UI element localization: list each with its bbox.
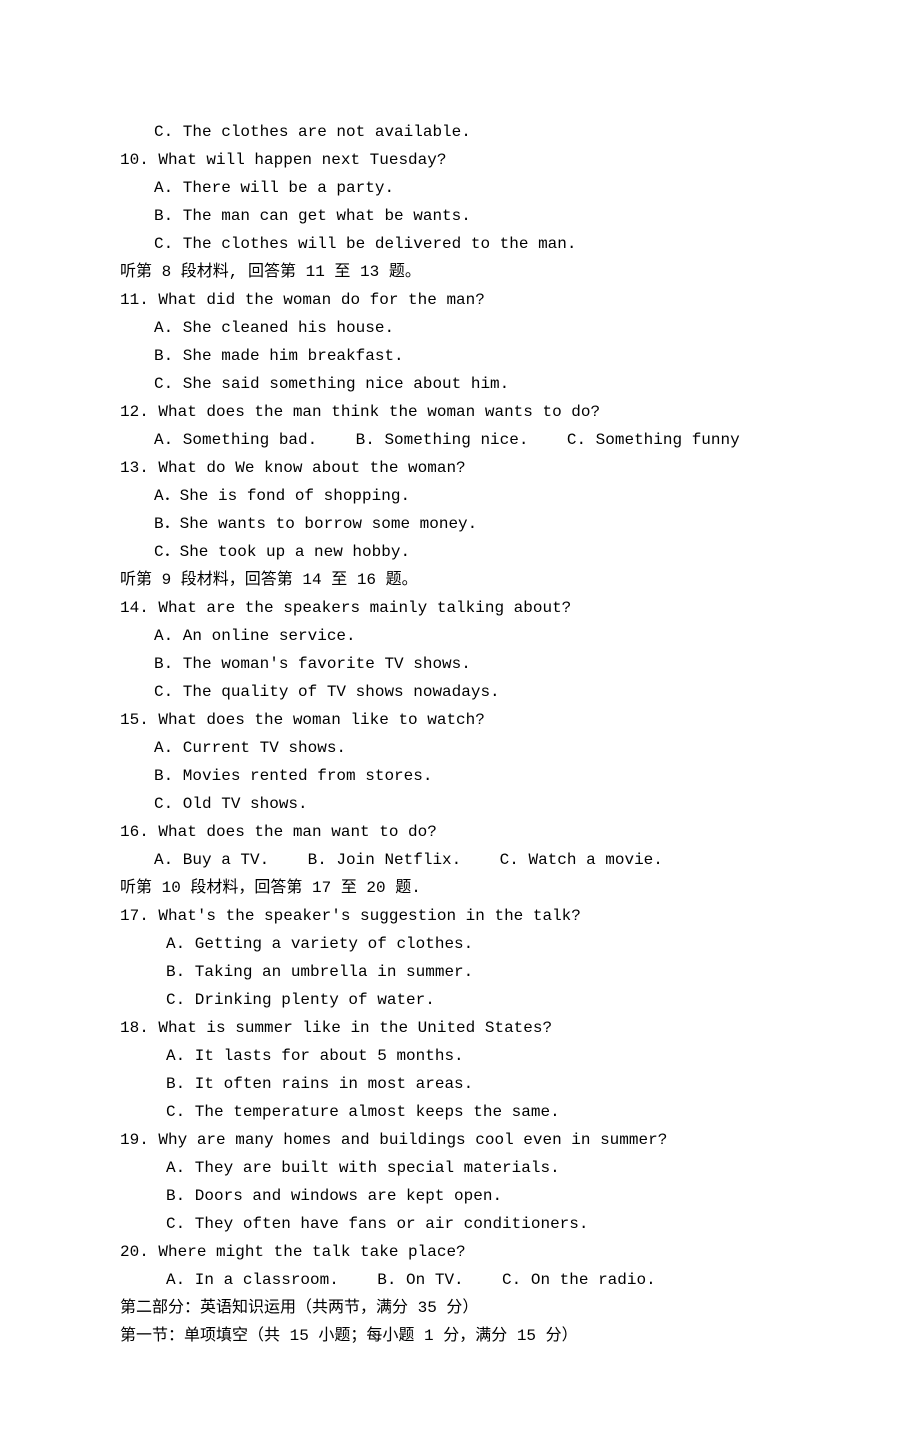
text-line: A．She is fond of shopping. — [120, 482, 800, 510]
text-line: 13. What do We know about the woman? — [120, 454, 800, 482]
text-line: A. It lasts for about 5 months. — [120, 1042, 800, 1070]
text-line: 15. What does the woman like to watch? — [120, 706, 800, 734]
text-line: 19. Why are many homes and buildings coo… — [120, 1126, 800, 1154]
text-line: C. Old TV shows. — [120, 790, 800, 818]
text-line: 第二部分：英语知识运用（共两节，满分 35 分） — [120, 1294, 800, 1322]
text-line: 听第 9 段材料，回答第 14 至 16 题。 — [120, 566, 800, 594]
text-line: B. Taking an umbrella in summer. — [120, 958, 800, 986]
text-line: 10. What will happen next Tuesday? — [120, 146, 800, 174]
text-line: 11. What did the woman do for the man? — [120, 286, 800, 314]
text-line: B．She wants to borrow some money. — [120, 510, 800, 538]
text-line: A. In a classroom. B. On TV. C. On the r… — [120, 1266, 800, 1294]
text-line: C. She said something nice about him. — [120, 370, 800, 398]
text-line: C. The clothes are not available. — [120, 118, 800, 146]
text-line: B. She made him breakfast. — [120, 342, 800, 370]
text-line: 20. Where might the talk take place? — [120, 1238, 800, 1266]
text-line: C. The clothes will be delivered to the … — [120, 230, 800, 258]
text-line: A. Current TV shows. — [120, 734, 800, 762]
text-line: 18. What is summer like in the United St… — [120, 1014, 800, 1042]
text-line: 17. What's the speaker's suggestion in t… — [120, 902, 800, 930]
text-line: 第一节：单项填空（共 15 小题；每小题 1 分，满分 15 分） — [120, 1322, 800, 1350]
text-line: A. Buy a TV. B. Join Netflix. C. Watch a… — [120, 846, 800, 874]
text-line: 14. What are the speakers mainly talking… — [120, 594, 800, 622]
text-line: A. An online service. — [120, 622, 800, 650]
text-line: C. The quality of TV shows nowadays. — [120, 678, 800, 706]
document-body: C. The clothes are not available.10. Wha… — [120, 118, 800, 1350]
text-line: A. There will be a party. — [120, 174, 800, 202]
text-line: 12. What does the man think the woman wa… — [120, 398, 800, 426]
text-line: C．She took up a new hobby. — [120, 538, 800, 566]
text-line: C. Drinking plenty of water. — [120, 986, 800, 1014]
text-line: A. Something bad. B. Something nice. C. … — [120, 426, 800, 454]
text-line: B. The woman's favorite TV shows. — [120, 650, 800, 678]
text-line: B. The man can get what be wants. — [120, 202, 800, 230]
text-line: C. The temperature almost keeps the same… — [120, 1098, 800, 1126]
text-line: B. Doors and windows are kept open. — [120, 1182, 800, 1210]
text-line: C. They often have fans or air condition… — [120, 1210, 800, 1238]
text-line: A. She cleaned his house. — [120, 314, 800, 342]
text-line: B. It often rains in most areas. — [120, 1070, 800, 1098]
text-line: 16. What does the man want to do? — [120, 818, 800, 846]
text-line: A. They are built with special materials… — [120, 1154, 800, 1182]
text-line: B. Movies rented from stores. — [120, 762, 800, 790]
text-line: 听第 10 段材料，回答第 17 至 20 题. — [120, 874, 800, 902]
text-line: 听第 8 段材料, 回答第 11 至 13 题。 — [120, 258, 800, 286]
text-line: A. Getting a variety of clothes. — [120, 930, 800, 958]
